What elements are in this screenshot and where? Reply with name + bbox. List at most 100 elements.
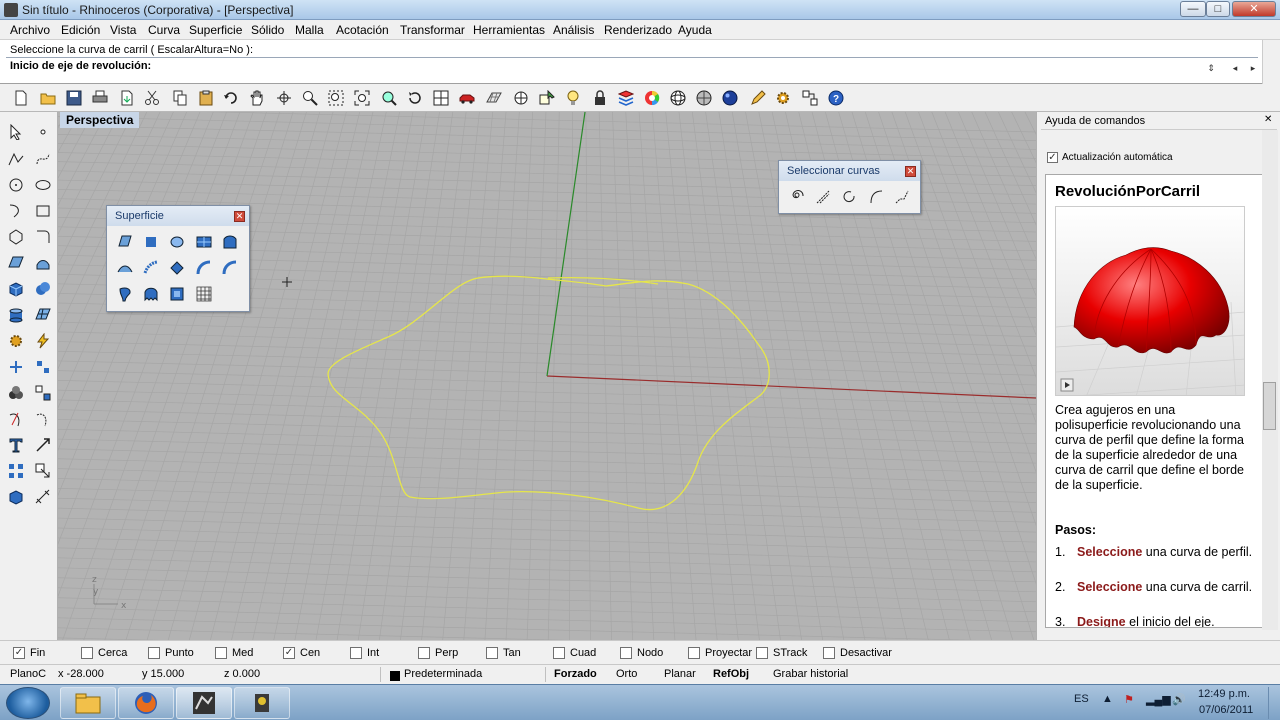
gumball-icon[interactable] <box>31 433 55 457</box>
menu-archivo[interactable]: Archivo <box>10 23 50 37</box>
zoom-extents-icon[interactable] <box>351 87 373 109</box>
close-button[interactable]: ✕ <box>1232 1 1276 17</box>
surface-heightfield-icon[interactable] <box>192 282 216 306</box>
osnap-checkbox[interactable] <box>486 647 498 659</box>
video-recorder-taskbar-icon[interactable] <box>234 687 290 719</box>
ortho-toggle[interactable]: Orto <box>616 668 637 680</box>
surface-sweep2-1-icon[interactable] <box>192 256 216 280</box>
osnap-toggle[interactable]: RefObj <box>713 668 749 680</box>
menu-curva[interactable]: Curva <box>148 23 180 37</box>
menu-transformar[interactable]: Transformar <box>400 23 465 37</box>
spin-icon[interactable]: ⇕ <box>1204 61 1218 75</box>
auto-update-checkbox[interactable]: ✓ <box>1047 152 1058 163</box>
show-desktop-button[interactable] <box>1268 687 1280 719</box>
settings-icon[interactable] <box>772 87 794 109</box>
cut-icon[interactable] <box>141 87 163 109</box>
pencil-icon[interactable] <box>747 87 769 109</box>
help-scrollbar-thumb[interactable] <box>1263 382 1276 430</box>
language-indicator[interactable]: ES <box>1074 693 1089 705</box>
car-icon[interactable] <box>456 87 478 109</box>
sphere-wire-icon[interactable] <box>667 87 689 109</box>
command-prompt[interactable]: Inicio de eje de revolución: <box>10 60 151 72</box>
group-icon[interactable] <box>4 381 28 405</box>
grid-icon[interactable] <box>483 87 505 109</box>
fillet-curve-icon[interactable] <box>31 225 55 249</box>
surface-sweep1-icon[interactable] <box>139 256 163 280</box>
curve-icon[interactable] <box>31 147 55 171</box>
help-icon[interactable]: ? <box>825 87 847 109</box>
osnap-checkbox[interactable] <box>81 647 93 659</box>
lightning-icon[interactable] <box>31 329 55 353</box>
rhino-taskbar-icon[interactable] <box>176 687 232 719</box>
menu-renderizado[interactable]: Renderizado <box>604 23 672 37</box>
zoom-selected-icon[interactable] <box>378 87 400 109</box>
select-filter-icon[interactable] <box>536 87 558 109</box>
circle-icon[interactable] <box>4 173 28 197</box>
osnap-checkbox[interactable] <box>823 647 835 659</box>
superficie-panel-title[interactable]: Superficie <box>107 206 249 226</box>
surface-edge-icon[interactable] <box>139 230 163 254</box>
select-arrow-icon[interactable] <box>4 120 28 144</box>
extrude-curve-icon[interactable] <box>31 251 55 275</box>
layer-icon[interactable] <box>615 87 637 109</box>
cylinder-icon[interactable] <box>4 303 28 327</box>
sphere-shaded-icon[interactable] <box>693 87 715 109</box>
planar-toggle[interactable]: Planar <box>664 668 696 680</box>
color-wheel-icon[interactable] <box>641 87 663 109</box>
osnap-checkbox[interactable] <box>350 647 362 659</box>
align-icon[interactable] <box>31 355 55 379</box>
mesh-icon[interactable] <box>31 303 55 327</box>
four-viewports-icon[interactable] <box>430 87 452 109</box>
surface-loft-icon[interactable] <box>113 256 137 280</box>
arrow-right-icon[interactable]: ▸ <box>1246 61 1260 75</box>
surface-network-icon[interactable] <box>165 256 189 280</box>
new-icon[interactable] <box>10 87 32 109</box>
menu-edicion[interactable]: Edición <box>61 23 100 37</box>
light-icon[interactable] <box>562 87 584 109</box>
surface-plane-icon[interactable] <box>192 230 216 254</box>
help-panel-close-icon[interactable]: ✕ <box>1264 114 1272 125</box>
snap-toggle[interactable]: Forzado <box>554 668 597 680</box>
surface-blend-icon[interactable] <box>165 282 189 306</box>
explode-icon[interactable] <box>31 381 55 405</box>
dimension-icon[interactable] <box>31 485 55 509</box>
zoom-window-icon[interactable] <box>325 87 347 109</box>
menu-analisis[interactable]: Análisis <box>553 23 594 37</box>
record-history-toggle[interactable]: Grabar historial <box>773 668 848 680</box>
clock-date[interactable]: 07/06/2011 <box>1199 704 1253 716</box>
osnap-checkbox[interactable] <box>553 647 565 659</box>
step-keyword[interactable]: Seleccione <box>1077 580 1142 594</box>
surface-rail-revolve-icon[interactable] <box>139 282 163 306</box>
viewport-label[interactable]: Perspectiva <box>60 112 140 128</box>
undo-icon[interactable] <box>220 87 242 109</box>
select-curves-icon[interactable] <box>785 185 809 209</box>
osnap-checkbox[interactable] <box>756 647 768 659</box>
rotate-icon[interactable] <box>404 87 426 109</box>
osnap-checkbox[interactable] <box>688 647 700 659</box>
step-keyword[interactable]: Seleccione <box>1077 545 1142 559</box>
select-closed-curves-icon[interactable] <box>837 185 861 209</box>
options-icon[interactable] <box>799 87 821 109</box>
clock-time[interactable]: 12:49 p.m. <box>1198 688 1250 700</box>
trim-icon[interactable] <box>4 407 28 431</box>
menu-acotacion[interactable]: Acotación <box>336 23 389 37</box>
minimize-button[interactable]: — <box>1180 1 1206 17</box>
arc-icon[interactable] <box>4 199 28 223</box>
select-lines-icon[interactable] <box>811 185 835 209</box>
surface-revolve-icon[interactable] <box>113 282 137 306</box>
move-icon[interactable] <box>4 355 28 379</box>
surface-sweep2-2-icon[interactable] <box>218 256 242 280</box>
rotate-view-icon[interactable] <box>273 87 295 109</box>
seleccionar-panel-title[interactable]: Seleccionar curvas <box>779 161 920 181</box>
osnap-icon[interactable] <box>510 87 532 109</box>
import-icon[interactable] <box>116 87 138 109</box>
firefox-taskbar-icon[interactable] <box>118 687 174 719</box>
help-scrollbar[interactable] <box>1262 130 1278 630</box>
sphere-render-icon[interactable] <box>719 87 741 109</box>
text-icon[interactable] <box>4 433 28 457</box>
polygon-icon[interactable] <box>4 225 28 249</box>
box-icon[interactable] <box>4 277 28 301</box>
split-icon[interactable] <box>31 407 55 431</box>
menu-superficie[interactable]: Superficie <box>189 23 242 37</box>
pan-icon[interactable] <box>246 87 268 109</box>
